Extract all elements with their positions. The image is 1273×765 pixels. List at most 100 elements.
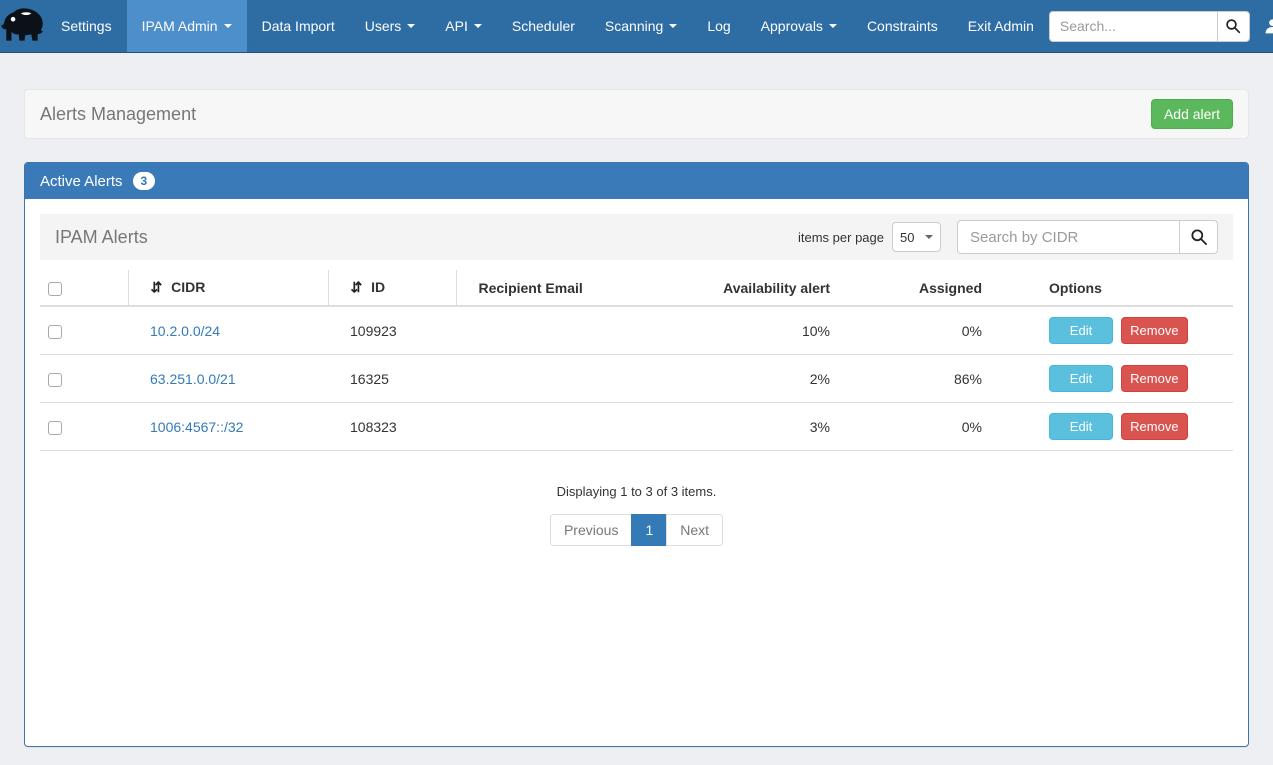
- nav-item-constraints[interactable]: Constraints: [852, 0, 953, 52]
- row-checkbox[interactable]: [48, 421, 62, 435]
- row-checkbox[interactable]: [48, 325, 62, 339]
- row-checkbox[interactable]: [48, 373, 62, 387]
- chevron-down-icon: [474, 24, 482, 28]
- availability-cell: 2%: [706, 355, 858, 403]
- nav-item-label: Settings: [61, 18, 112, 34]
- cidr-link[interactable]: 10.2.0.0/24: [150, 323, 220, 339]
- nav-item-api[interactable]: API: [430, 0, 497, 52]
- assigned-cell: 86%: [858, 355, 1010, 403]
- assigned-cell: 0%: [858, 306, 1010, 355]
- row-checkbox-cell: [40, 403, 128, 451]
- remove-button[interactable]: Remove: [1121, 317, 1188, 344]
- availability-cell: 3%: [706, 403, 858, 451]
- header-availability-alert: Availability alert: [706, 270, 858, 306]
- list-title: IPAM Alerts: [55, 227, 148, 248]
- header-cidr[interactable]: ⇵ CIDR: [128, 270, 328, 306]
- header-availability-label: Availability alert: [723, 280, 830, 296]
- nav-item-label: API: [445, 18, 468, 34]
- list-toolbar: IPAM Alerts items per page 50: [40, 214, 1233, 260]
- active-alerts-panel: Active Alerts 3 IPAM Alerts items per pa…: [24, 162, 1249, 747]
- options-cell: Edit Remove: [1010, 403, 1233, 451]
- nav-item-label: Scheduler: [512, 18, 575, 34]
- nav-item-label: Scanning: [605, 18, 663, 34]
- availability-cell: 10%: [706, 306, 858, 355]
- nav-item-label: Log: [707, 18, 730, 34]
- id-cell: 16325: [328, 355, 456, 403]
- table-header-row: ⇵ CIDR ⇵ ID Recipient Email Availability…: [40, 270, 1233, 306]
- pagination-page-1[interactable]: 1: [631, 514, 667, 546]
- navbar-search-input[interactable]: [1049, 11, 1217, 42]
- nav-item-log[interactable]: Log: [692, 0, 745, 52]
- cidr-search-button[interactable]: [1179, 220, 1218, 254]
- id-cell: 108323: [328, 403, 456, 451]
- search-icon: [1190, 228, 1208, 246]
- sort-icon: ⇵: [151, 279, 163, 295]
- results-summary: Displaying 1 to 3 of 3 items.: [40, 484, 1233, 499]
- header-cidr-label: CIDR: [171, 279, 205, 295]
- page-container: Alerts Management Add alert Active Alert…: [24, 89, 1249, 747]
- remove-button[interactable]: Remove: [1121, 365, 1188, 392]
- header-options-label: Options: [1049, 280, 1102, 296]
- header-assigned: Assigned: [858, 270, 1010, 306]
- nav-item-data-import[interactable]: Data Import: [247, 0, 350, 52]
- pagination-next[interactable]: Next: [666, 514, 723, 546]
- recipient-email-cell: [456, 306, 706, 355]
- chevron-down-icon: [224, 24, 232, 28]
- cidr-search-group: [957, 220, 1218, 254]
- options-cell: Edit Remove: [1010, 306, 1233, 355]
- pagination-wrap: Previous 1 Next: [40, 514, 1233, 546]
- pagination-previous[interactable]: Previous: [550, 514, 632, 546]
- user-menu[interactable]: [1250, 18, 1273, 35]
- items-per-page-label: items per page: [798, 230, 884, 245]
- nav-item-scanning[interactable]: Scanning: [590, 0, 692, 52]
- nav-item-label: Data Import: [262, 18, 335, 34]
- alert-count-badge: 3: [133, 172, 156, 190]
- cidr-cell: 63.251.0.0/21: [128, 355, 328, 403]
- alerts-table-body: 10.2.0.0/24 109923 10% 0% Edit Remove: [40, 306, 1233, 451]
- header-recipient-email: Recipient Email: [456, 270, 706, 306]
- page-title: Alerts Management: [40, 104, 196, 125]
- toolbar-right: items per page 50: [798, 220, 1218, 254]
- row-checkbox-cell: [40, 306, 128, 355]
- header-email-label: Recipient Email: [479, 280, 583, 296]
- nav-item-settings[interactable]: Settings: [46, 0, 127, 52]
- navbar-menu: Settings IPAM Admin Data Import Users API Sch…: [46, 0, 1049, 52]
- add-alert-button[interactable]: Add alert: [1151, 99, 1233, 129]
- panel-heading: Active Alerts 3: [25, 163, 1248, 199]
- header-id[interactable]: ⇵ ID: [328, 270, 456, 306]
- nav-item-users[interactable]: Users: [350, 0, 431, 52]
- row-checkbox-cell: [40, 355, 128, 403]
- table-row: 10.2.0.0/24 109923 10% 0% Edit Remove: [40, 306, 1233, 355]
- nav-item-label: IPAM Admin: [142, 18, 218, 34]
- nav-item-ipam-admin[interactable]: IPAM Admin: [127, 0, 247, 52]
- navbar-search-button[interactable]: [1217, 11, 1250, 42]
- edit-button[interactable]: Edit: [1049, 365, 1113, 392]
- nav-item-exit-admin[interactable]: Exit Admin: [953, 0, 1049, 52]
- edit-button[interactable]: Edit: [1049, 317, 1113, 344]
- nav-item-label: Users: [365, 18, 402, 34]
- items-per-page-value: 50: [900, 230, 914, 245]
- table-row: 1006:4567::/32 108323 3% 0% Edit Remove: [40, 403, 1233, 451]
- remove-button[interactable]: Remove: [1121, 413, 1188, 440]
- cidr-link[interactable]: 1006:4567::/32: [150, 419, 243, 435]
- nav-item-label: Approvals: [761, 18, 823, 34]
- search-icon: [1225, 18, 1241, 34]
- select-all-checkbox[interactable]: [48, 282, 62, 296]
- nav-item-approvals[interactable]: Approvals: [746, 0, 852, 52]
- header-assigned-label: Assigned: [919, 280, 982, 296]
- cidr-link[interactable]: 63.251.0.0/21: [150, 371, 236, 387]
- assigned-cell: 0%: [858, 403, 1010, 451]
- recipient-email-cell: [456, 355, 706, 403]
- cidr-search-input[interactable]: [957, 220, 1179, 254]
- table-row: 63.251.0.0/21 16325 2% 86% Edit Remove: [40, 355, 1233, 403]
- top-navbar: Settings IPAM Admin Data Import Users API Sch…: [0, 0, 1273, 53]
- nav-item-scheduler[interactable]: Scheduler: [497, 0, 590, 52]
- chevron-down-icon: [669, 24, 677, 28]
- edit-button[interactable]: Edit: [1049, 413, 1113, 440]
- chevron-down-icon: [829, 24, 837, 28]
- brand-logo[interactable]: [0, 0, 46, 52]
- cidr-cell: 10.2.0.0/24: [128, 306, 328, 355]
- items-per-page-select[interactable]: 50: [892, 222, 941, 252]
- panel-title: Active Alerts: [40, 173, 123, 190]
- recipient-email-cell: [456, 403, 706, 451]
